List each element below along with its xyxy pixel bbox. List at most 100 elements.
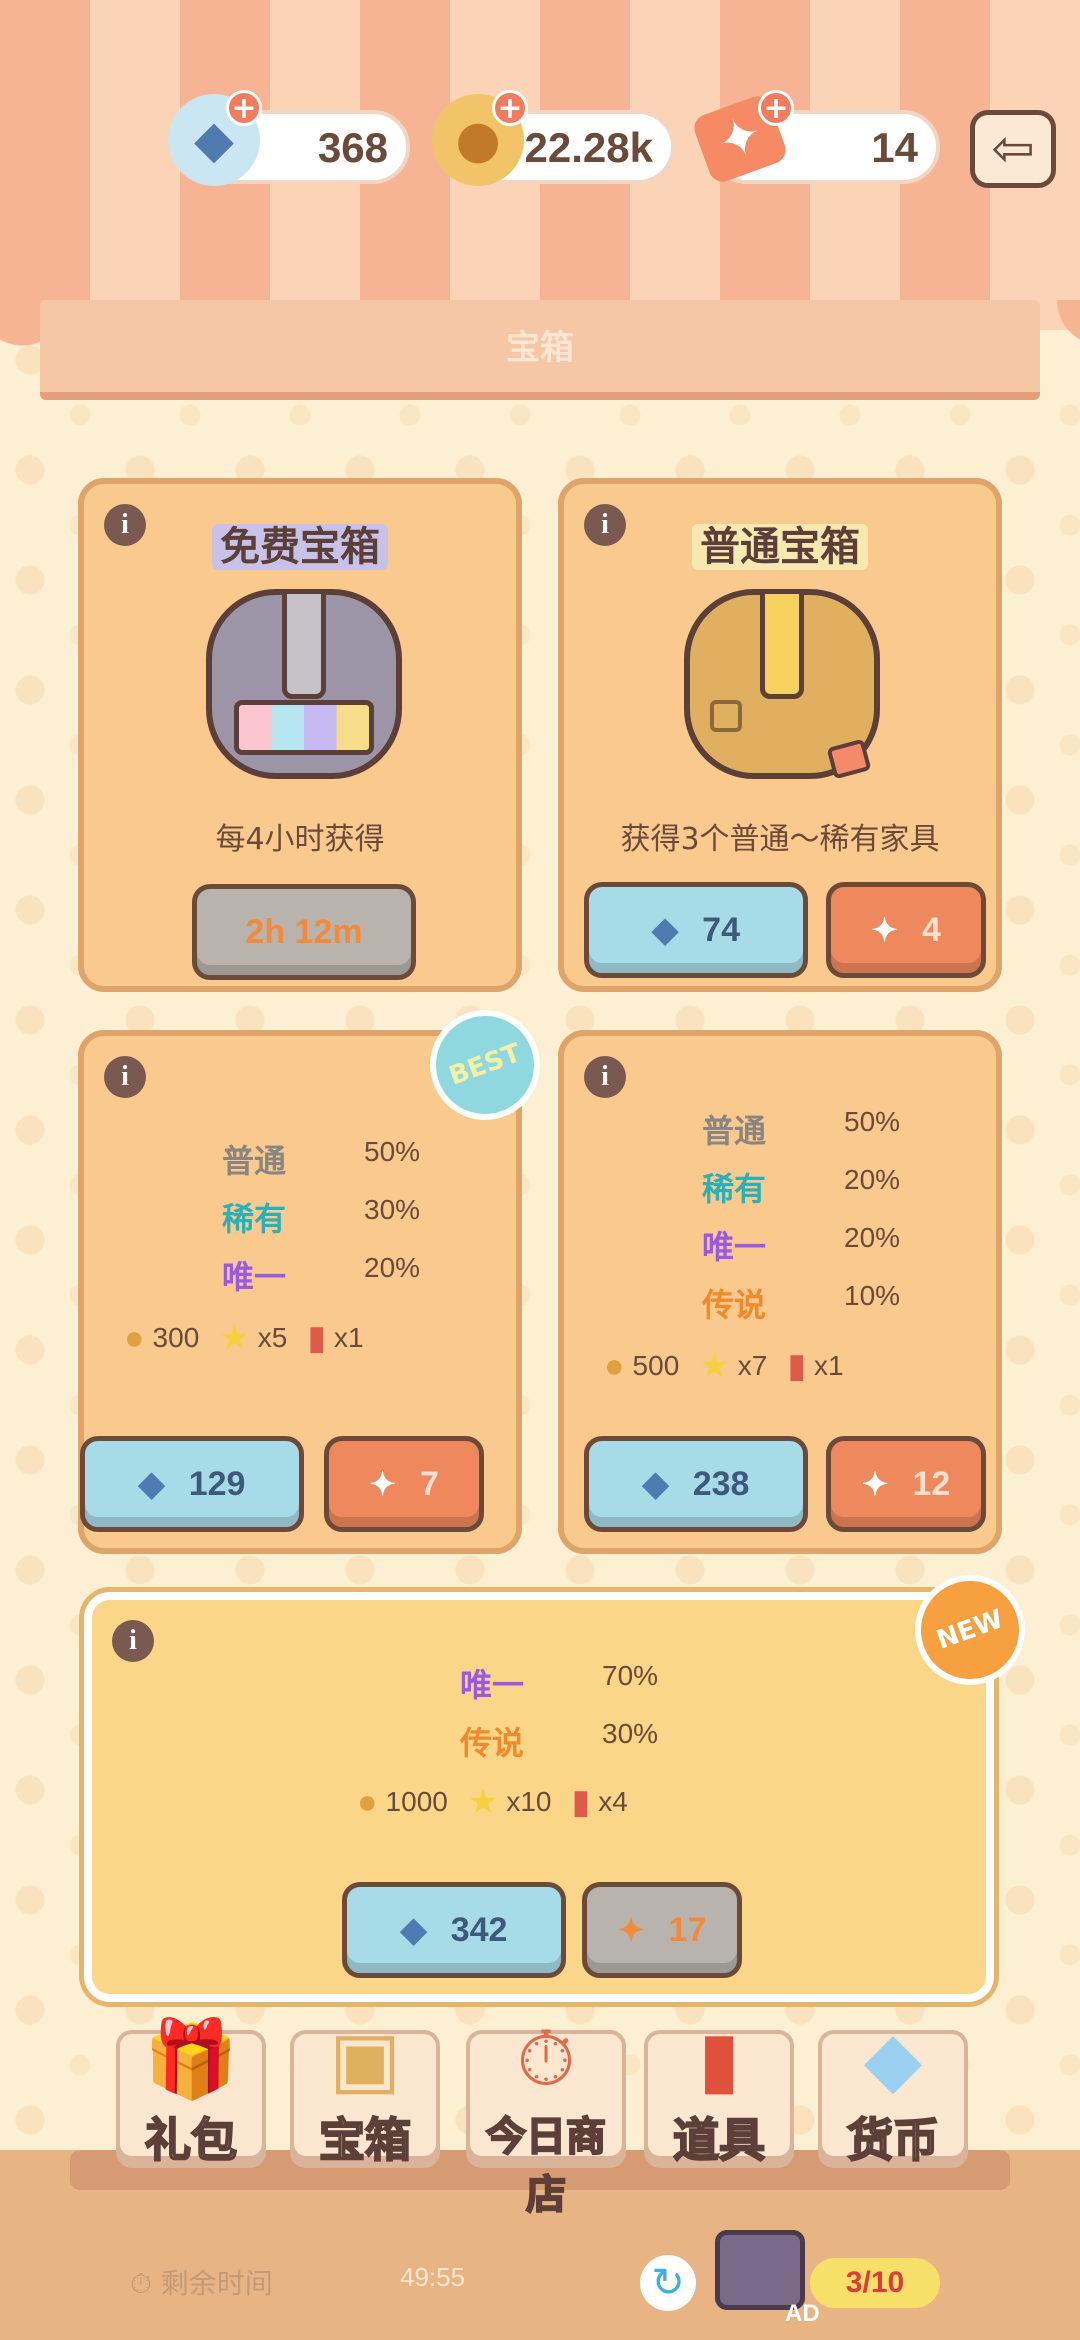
card-title: 普通宝箱	[564, 514, 996, 572]
reward-stars: x10	[506, 1786, 552, 1817]
odds-row: 传说 10%	[684, 1280, 900, 1326]
reward-cans: x1	[814, 1350, 844, 1381]
tab-currency[interactable]: ◆ 货币	[818, 2014, 968, 2168]
ticket-icon: ✦	[871, 912, 898, 948]
rarity-legendary: 传说	[701, 1286, 766, 1324]
info-icon[interactable]: i	[104, 1056, 146, 1098]
odds-pct: 30%	[364, 1194, 421, 1225]
tab-label: 礼包	[144, 2112, 238, 2168]
free-chest-desc: 每4小时获得	[215, 822, 385, 857]
odds-row: 普通 50%	[204, 1136, 420, 1182]
rarity-unique: 唯一	[221, 1258, 286, 1296]
odds-pct: 50%	[844, 1106, 901, 1137]
coin-icon: ●	[124, 1318, 145, 1357]
best-chest-gem-buy-button[interactable]: ◆ 129	[80, 1436, 304, 1532]
rarity-common: 普通	[221, 1142, 286, 1180]
best-chest-ticket-buy-button[interactable]: ✦ 7	[324, 1436, 484, 1532]
odds-pct: 10%	[844, 1280, 901, 1311]
can-icon: ▮	[571, 1783, 591, 1821]
gem-icon: ◆	[400, 1911, 427, 1949]
odds-pct: 30%	[602, 1718, 659, 1749]
premium-chest-gem-buy-button[interactable]: ◆ 342	[342, 1882, 566, 1978]
gem-icon: ◆	[863, 2014, 923, 2103]
odds-pct: 70%	[602, 1660, 659, 1691]
ticket-price: 12	[912, 1464, 951, 1503]
tab-label: 今日商店	[485, 2113, 607, 2219]
gem-price: 129	[188, 1464, 246, 1503]
ticket-price: 4	[921, 910, 941, 949]
free-chest-timer-button[interactable]: 2h 12m	[192, 884, 416, 980]
tab-items[interactable]: ▮ 道具	[644, 2014, 794, 2168]
tab-label: 宝箱	[318, 2112, 412, 2168]
card-title: 免费宝箱	[84, 514, 516, 572]
ad-label: AD	[785, 2300, 820, 2327]
star-icon: ★	[699, 1347, 730, 1385]
rewards-row: ● 500 ★ x7 ▮ x1	[604, 1346, 844, 1386]
rarity-unique: 唯一	[459, 1666, 524, 1704]
tab-today-shop[interactable]: ⏱ 今日商店	[466, 2014, 626, 2219]
rewards-row: ● 300 ★ x5 ▮ x1	[124, 1318, 364, 1358]
legend-chest-gem-buy-button[interactable]: ◆ 238	[584, 1436, 808, 1532]
odds-row: 稀有 30%	[204, 1194, 420, 1240]
rarity-rare: 稀有	[221, 1200, 286, 1238]
add-ticket-button[interactable]: +	[758, 90, 794, 126]
normal-chest-desc: 获得3个普通～稀有家具	[620, 822, 940, 857]
timer-text: 2h 12m	[245, 912, 363, 951]
ticket-count: 14	[871, 124, 918, 171]
add-gem-button[interactable]: +	[226, 90, 262, 126]
legend-chest-ticket-buy-button[interactable]: ✦ 12	[826, 1436, 986, 1532]
odds-row: 普通 50%	[684, 1106, 900, 1152]
normal-chest-ticket-buy-button[interactable]: ✦ 4	[826, 882, 986, 978]
odds-row: 稀有 20%	[684, 1164, 900, 1210]
gem-icon: ◆	[652, 911, 679, 949]
chest-icon: ▣	[329, 2014, 401, 2103]
tv-ad-icon[interactable]	[715, 2230, 805, 2310]
can-icon: ▮	[787, 1347, 807, 1385]
gem-count: 368	[317, 124, 388, 171]
gem-price: 74	[702, 910, 740, 949]
board-title: 宝箱	[506, 328, 574, 368]
coin-icon: ●	[604, 1346, 625, 1385]
remaining-time-label: ⏱ 剩余时间	[130, 2267, 273, 2300]
normal-chest-gem-buy-button[interactable]: ◆ 74	[584, 882, 808, 978]
star-icon: ★	[467, 1783, 499, 1821]
reward-coins: 1000	[385, 1786, 448, 1817]
rewards-row: ● 1000 ★ x10 ▮ x4	[357, 1782, 628, 1822]
gem-price: 238	[692, 1464, 750, 1503]
add-coin-button[interactable]: +	[492, 90, 528, 126]
reward-coins: 500	[632, 1350, 680, 1381]
odds-row: 唯一 70%	[442, 1660, 658, 1706]
gem-icon: ◆	[642, 1465, 669, 1503]
free-chest-card[interactable]: i 免费宝箱 每4小时获得 2h 12m	[78, 478, 522, 992]
premium-chest-card[interactable]: i 唯一 70% 传说 30% ● 1000 ★ x10 ▮ x4 ◆ 342 ✦ 1…	[84, 1592, 994, 2002]
refresh-button[interactable]: ↻	[640, 2255, 696, 2311]
tab-gift[interactable]: 🎁 礼包	[116, 2014, 266, 2168]
back-button[interactable]: ⇦	[970, 110, 1056, 188]
tab-bar: 🎁 礼包 ▣ 宝箱 ⏱ 今日商店 ▮ 道具 ◆ 货币	[70, 2014, 970, 2220]
rarity-unique: 唯一	[701, 1228, 766, 1266]
ticket-price: 17	[668, 1910, 707, 1949]
gift-icon: 🎁	[143, 2014, 239, 2103]
info-icon[interactable]: i	[112, 1620, 154, 1662]
remaining-time-value: 49:55	[400, 2262, 466, 2292]
premium-chest-ticket-buy-button[interactable]: ✦ 17	[582, 1882, 742, 1978]
ticket-icon: ✦	[617, 1912, 645, 1948]
rarity-legendary: 传说	[459, 1724, 524, 1762]
ticket-price: 7	[419, 1464, 439, 1503]
tab-chest[interactable]: ▣ 宝箱	[290, 2014, 440, 2168]
odds-row: 唯一 20%	[684, 1222, 900, 1268]
coin-count: 22.28k	[524, 124, 653, 171]
odds-row: 唯一 20%	[204, 1252, 420, 1298]
ticket-icon: ✦	[369, 1466, 396, 1502]
info-icon[interactable]: i	[584, 1056, 626, 1098]
legend-chest-card[interactable]: i 普通 50% 稀有 20% 唯一 20% 传说 10% ● 500 ★ x7 ▮…	[558, 1030, 1002, 1554]
odds-pct: 20%	[844, 1164, 901, 1195]
normal-chest-card[interactable]: i 普通宝箱 获得3个普通～稀有家具 ◆ 74 ✦ 4	[558, 478, 1002, 992]
can-icon: ▮	[698, 2014, 740, 2103]
title-board: 宝箱	[40, 300, 1040, 400]
ad-count: 3/10	[810, 2258, 940, 2308]
reward-stars: x7	[737, 1350, 768, 1381]
rarity-common: 普通	[701, 1112, 766, 1150]
reward-stars: x5	[257, 1322, 288, 1353]
reward-coins: 300	[152, 1322, 200, 1353]
